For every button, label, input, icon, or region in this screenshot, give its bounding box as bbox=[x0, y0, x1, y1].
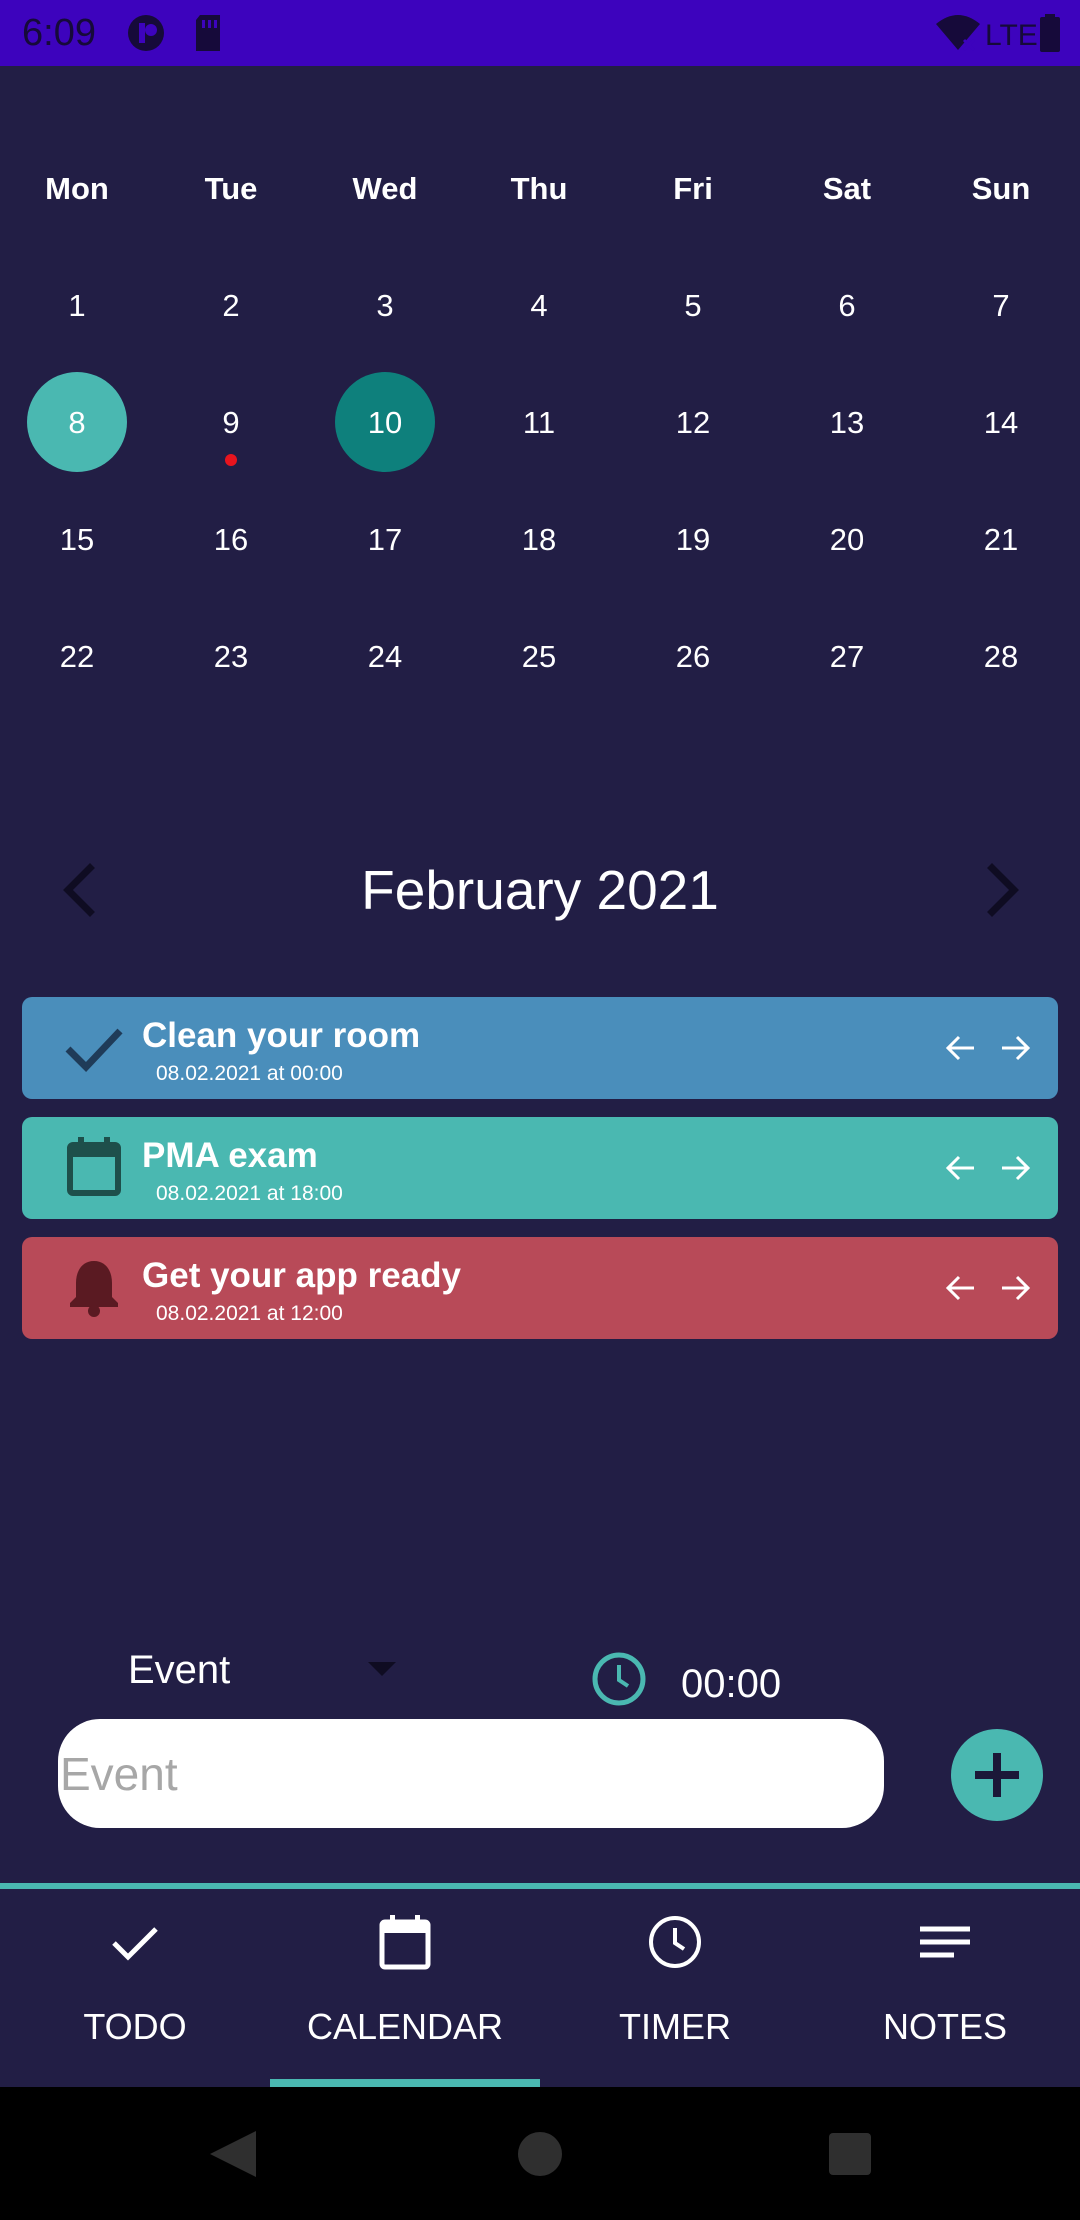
weekday-tue: Tue bbox=[204, 170, 258, 206]
battery-icon bbox=[1040, 14, 1060, 52]
weekday-sat: Sat bbox=[822, 170, 872, 206]
calendar-day[interactable]: 25 bbox=[462, 598, 616, 715]
app-notification-icon bbox=[128, 15, 164, 51]
calendar-day[interactable]: 5 bbox=[616, 247, 770, 364]
notes-icon bbox=[920, 1926, 970, 1958]
event-indicator-dot bbox=[225, 454, 237, 466]
event-card[interactable]: Clean your room 08.02.2021 at 00:00 bbox=[22, 997, 1058, 1099]
calendar-day[interactable]: 24 bbox=[308, 598, 462, 715]
month-title: February 2021 bbox=[361, 859, 719, 921]
calendar-day[interactable]: 26 bbox=[616, 598, 770, 715]
tab-timer[interactable]: TIMER bbox=[540, 1889, 810, 2087]
calendar-day[interactable]: 3 bbox=[308, 247, 462, 364]
active-tab-indicator bbox=[270, 2079, 540, 2087]
status-bar: 6:09 LTE bbox=[0, 0, 1080, 66]
calendar-day[interactable]: 13 bbox=[770, 364, 924, 481]
arrow-right-icon[interactable] bbox=[998, 1151, 1032, 1185]
bottom-navigation: TODO CALENDAR TIMER NOTES bbox=[0, 1883, 1080, 2087]
calendar-day[interactable]: 17 bbox=[308, 481, 462, 598]
tab-label: TIMER bbox=[619, 2006, 731, 2047]
month-navigation: February 2021 bbox=[0, 845, 1080, 935]
weekday-sun: Sun bbox=[971, 170, 1031, 206]
calendar-day[interactable]: 15 bbox=[0, 481, 154, 598]
event-date: 08.02.2021 at 00:00 bbox=[156, 1062, 343, 1085]
arrow-right-icon[interactable] bbox=[998, 1031, 1032, 1065]
weekday-wed: Wed bbox=[352, 170, 418, 206]
calendar-day[interactable]: 14 bbox=[924, 364, 1078, 481]
weekday-header-row: Mon Tue Wed Thu Fri Sat Sun bbox=[0, 130, 1080, 247]
calendar-day[interactable]: 2 bbox=[154, 247, 308, 364]
calendar-day[interactable]: 16 bbox=[154, 481, 308, 598]
network-type: LTE bbox=[985, 19, 1038, 52]
calendar-day[interactable]: 9 bbox=[154, 364, 308, 481]
event-input[interactable] bbox=[58, 1719, 884, 1828]
calendar-day-selected[interactable]: 8 bbox=[0, 364, 154, 481]
add-event-button[interactable] bbox=[951, 1729, 1043, 1821]
tab-calendar[interactable]: CALENDAR bbox=[270, 1889, 540, 2087]
tab-notes[interactable]: NOTES bbox=[810, 1889, 1080, 2087]
calendar-icon bbox=[67, 1137, 121, 1196]
bell-icon bbox=[70, 1261, 118, 1317]
next-month-button[interactable] bbox=[970, 860, 1030, 920]
check-icon bbox=[65, 1028, 123, 1073]
calendar-day[interactable]: 27 bbox=[770, 598, 924, 715]
check-icon bbox=[112, 1927, 158, 1961]
weekday-mon: Mon bbox=[45, 170, 109, 206]
week-row: 22 23 24 25 26 27 28 bbox=[0, 598, 1080, 715]
event-date: 08.02.2021 at 12:00 bbox=[156, 1302, 343, 1325]
clock-icon[interactable] bbox=[590, 1650, 648, 1708]
calendar-day[interactable]: 1 bbox=[0, 247, 154, 364]
tab-label: CALENDAR bbox=[306, 2006, 504, 2047]
event-type-selected: Event bbox=[128, 1648, 231, 1692]
calendar-day-today[interactable]: 10 bbox=[308, 364, 462, 481]
calendar-day[interactable]: 28 bbox=[924, 598, 1078, 715]
event-card[interactable]: PMA exam 08.02.2021 at 18:00 bbox=[22, 1117, 1058, 1219]
calendar-icon bbox=[379, 1915, 431, 1970]
status-time: 6:09 bbox=[22, 12, 96, 54]
event-card[interactable]: Get your app ready 08.02.2021 at 12:00 bbox=[22, 1237, 1058, 1339]
event-date: 08.02.2021 at 18:00 bbox=[156, 1182, 343, 1205]
arrow-left-icon[interactable] bbox=[944, 1271, 978, 1305]
tab-label: NOTES bbox=[882, 2006, 1007, 2047]
weekday-fri: Fri bbox=[673, 170, 713, 206]
week-row: 8 9 10 11 12 13 14 bbox=[0, 364, 1080, 481]
week-row: 15 16 17 18 19 20 21 bbox=[0, 481, 1080, 598]
calendar-day[interactable]: 11 bbox=[462, 364, 616, 481]
home-icon[interactable] bbox=[490, 2087, 590, 2220]
back-icon[interactable] bbox=[188, 2087, 288, 2220]
event-type-dropdown[interactable]: Event bbox=[128, 1640, 408, 1700]
week-row: 1 2 3 4 5 6 7 bbox=[0, 247, 1080, 364]
calendar-day[interactable]: 19 bbox=[616, 481, 770, 598]
calendar-day[interactable]: 18 bbox=[462, 481, 616, 598]
tab-label: TODO bbox=[83, 2006, 187, 2047]
calendar-day[interactable]: 22 bbox=[0, 598, 154, 715]
clock-icon bbox=[649, 1916, 701, 1968]
event-title: Clean your room bbox=[142, 1016, 421, 1055]
arrow-left-icon[interactable] bbox=[944, 1031, 978, 1065]
tab-todo[interactable]: TODO bbox=[0, 1889, 270, 2087]
arrow-left-icon[interactable] bbox=[944, 1151, 978, 1185]
calendar-day[interactable]: 21 bbox=[924, 481, 1078, 598]
calendar-day[interactable]: 23 bbox=[154, 598, 308, 715]
sd-card-icon bbox=[196, 15, 220, 51]
time-value[interactable]: 00:00 bbox=[681, 1660, 781, 1708]
chevron-down-icon bbox=[368, 1662, 396, 1676]
calendar-day[interactable]: 7 bbox=[924, 247, 1078, 364]
calendar-day[interactable]: 12 bbox=[616, 364, 770, 481]
calendar-day[interactable]: 6 bbox=[770, 247, 924, 364]
weekday-thu: Thu bbox=[510, 170, 568, 206]
calendar-day[interactable]: 20 bbox=[770, 481, 924, 598]
wifi-icon bbox=[936, 15, 980, 52]
event-title: PMA exam bbox=[142, 1136, 318, 1175]
event-title: Get your app ready bbox=[142, 1256, 461, 1295]
system-navigation-bar bbox=[0, 2087, 1080, 2220]
recents-icon[interactable] bbox=[800, 2087, 900, 2220]
calendar-day[interactable]: 4 bbox=[462, 247, 616, 364]
arrow-right-icon[interactable] bbox=[998, 1271, 1032, 1305]
